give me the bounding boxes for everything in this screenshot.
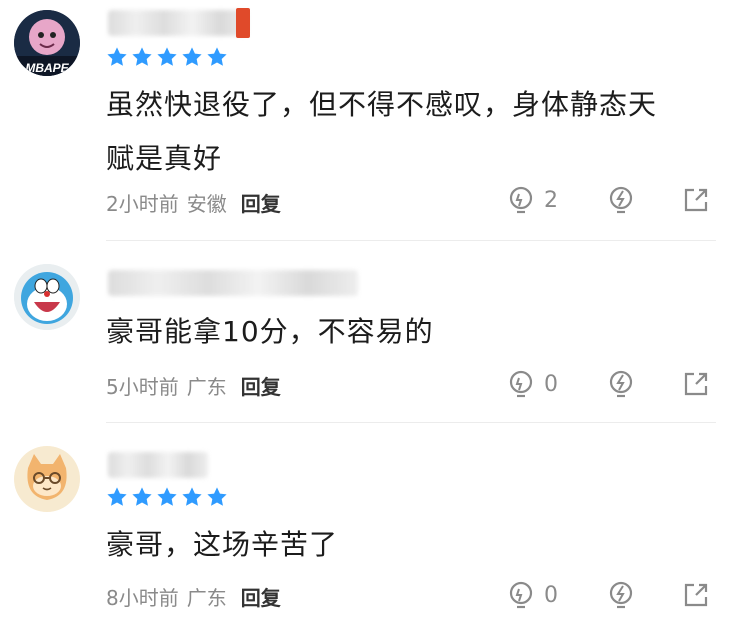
like-button[interactable]: 0 [506,577,558,613]
rating-stars [106,46,228,68]
comment-text-line: 豪哥，这场辛苦了 [106,528,339,561]
avatar[interactable] [14,446,80,512]
star-icon [132,47,152,66]
comment-meta: 2小时前 安徽 回复 [106,188,281,217]
share-button[interactable] [682,366,710,402]
avatar-image: MBAPE [14,10,80,76]
comment-location: 广东 [186,375,227,399]
comment-text: 豪哥，这场辛苦了 [106,518,716,572]
like-count: 2 [544,187,558,213]
lightning-button[interactable] [606,577,636,613]
comment-meta: 8小时前 广东 回复 [106,582,281,611]
share-button[interactable] [682,577,710,613]
comment-actions: 0 [500,577,720,613]
star-icon [157,487,177,506]
star-icon [132,487,152,506]
comment-time: 5小时前 [106,375,179,399]
comment-actions: 0 [500,366,720,402]
comment-text: 豪哥能拿10分，不容易的 [106,305,716,359]
comment-item: MBAPE 虽然快退役了，但不得不感叹，身体静态天 赋是真好 2小时前 安徽 回… [0,0,742,240]
lightning-comment-icon [609,186,633,214]
reply-button[interactable]: 回复 [241,582,281,611]
like-button[interactable]: 2 [506,182,558,218]
star-icon [107,487,127,506]
username-blurred[interactable] [108,270,358,296]
share-icon [684,583,708,607]
avatar[interactable] [14,264,80,330]
bulb-like-icon [509,581,533,609]
bulb-like-icon [509,370,533,398]
like-count: 0 [544,582,558,608]
comment-text-line: 虽然快退役了，但不得不感叹，身体静态天 [106,88,658,121]
lightning-button[interactable] [606,366,636,402]
comment-item: 豪哥能拿10分，不容易的 5小时前 广东 回复 0 [0,240,742,420]
comment-item: 豪哥，这场辛苦了 8小时前 广东 回复 0 [0,422,742,624]
comment-actions: 2 [500,182,720,218]
comment-location: 广东 [186,586,227,610]
lightning-button[interactable] [606,182,636,218]
username-blurred[interactable] [108,452,208,478]
comment-location: 安徽 [186,192,227,216]
comment-text: 虽然快退役了，但不得不感叹，身体静态天 赋是真好 [106,78,716,186]
share-icon [684,188,708,212]
avatar-image [14,446,80,512]
star-icon [182,47,202,66]
level-badge [236,8,250,38]
bulb-like-icon [509,186,533,214]
star-icon [207,47,227,66]
star-icon [207,487,227,506]
reply-button[interactable]: 回复 [241,371,281,400]
comment-meta: 5小时前 广东 回复 [106,371,281,400]
comment-time: 2小时前 [106,192,179,216]
like-count: 0 [544,371,558,397]
star-icon [107,47,127,66]
rating-stars [106,486,228,508]
comment-time: 8小时前 [106,586,179,610]
avatar[interactable]: MBAPE [14,10,80,76]
comment-text-line: 赋是真好 [106,142,223,175]
share-icon [684,372,708,396]
lightning-comment-icon [609,370,633,398]
share-button[interactable] [682,182,710,218]
avatar-image [14,264,80,330]
star-icon [157,47,177,66]
lightning-comment-icon [609,581,633,609]
comment-text-line: 豪哥能拿10分，不容易的 [106,315,434,348]
reply-button[interactable]: 回复 [241,188,281,217]
avatar-badge-text: MBAPE [25,61,69,75]
like-button[interactable]: 0 [506,366,558,402]
star-icon [182,487,202,506]
username-blurred[interactable] [108,10,248,36]
